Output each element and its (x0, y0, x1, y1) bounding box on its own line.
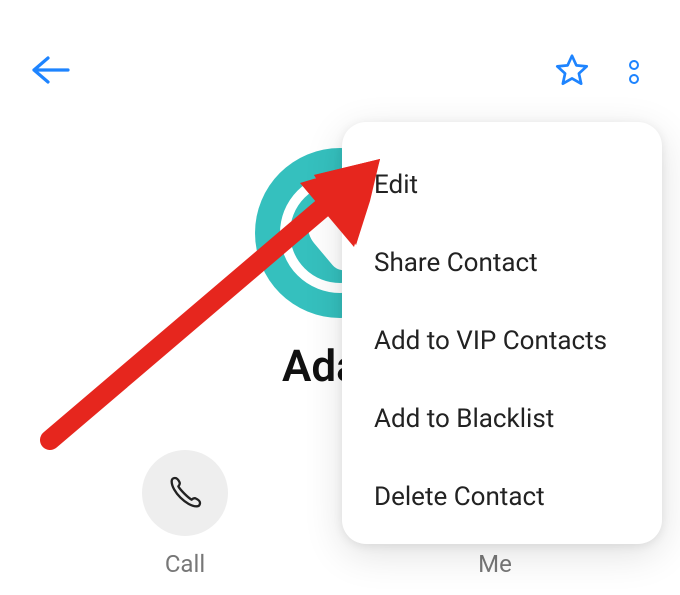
star-outline-icon (554, 52, 590, 88)
back-arrow-icon (30, 54, 70, 86)
top-bar (0, 48, 680, 96)
menu-item-add-vip[interactable]: Add to VIP Contacts (342, 302, 662, 380)
menu-item-share-contact[interactable]: Share Contact (342, 224, 662, 302)
menu-item-edit[interactable]: Edit (342, 146, 662, 224)
menu-item-add-blacklist[interactable]: Add to Blacklist (342, 380, 662, 458)
context-menu: Edit Share Contact Add to VIP Contacts A… (342, 122, 662, 544)
more-dots-icon (629, 57, 639, 87)
message-label: Me (478, 550, 512, 578)
call-label: Call (165, 550, 205, 578)
more-options-button[interactable] (618, 57, 650, 87)
phone-icon (165, 473, 205, 513)
favorite-button[interactable] (554, 52, 590, 92)
back-button[interactable] (30, 54, 70, 90)
call-action[interactable]: Call (142, 450, 228, 578)
menu-item-delete-contact[interactable]: Delete Contact (342, 458, 662, 536)
call-icon-circle (142, 450, 228, 536)
